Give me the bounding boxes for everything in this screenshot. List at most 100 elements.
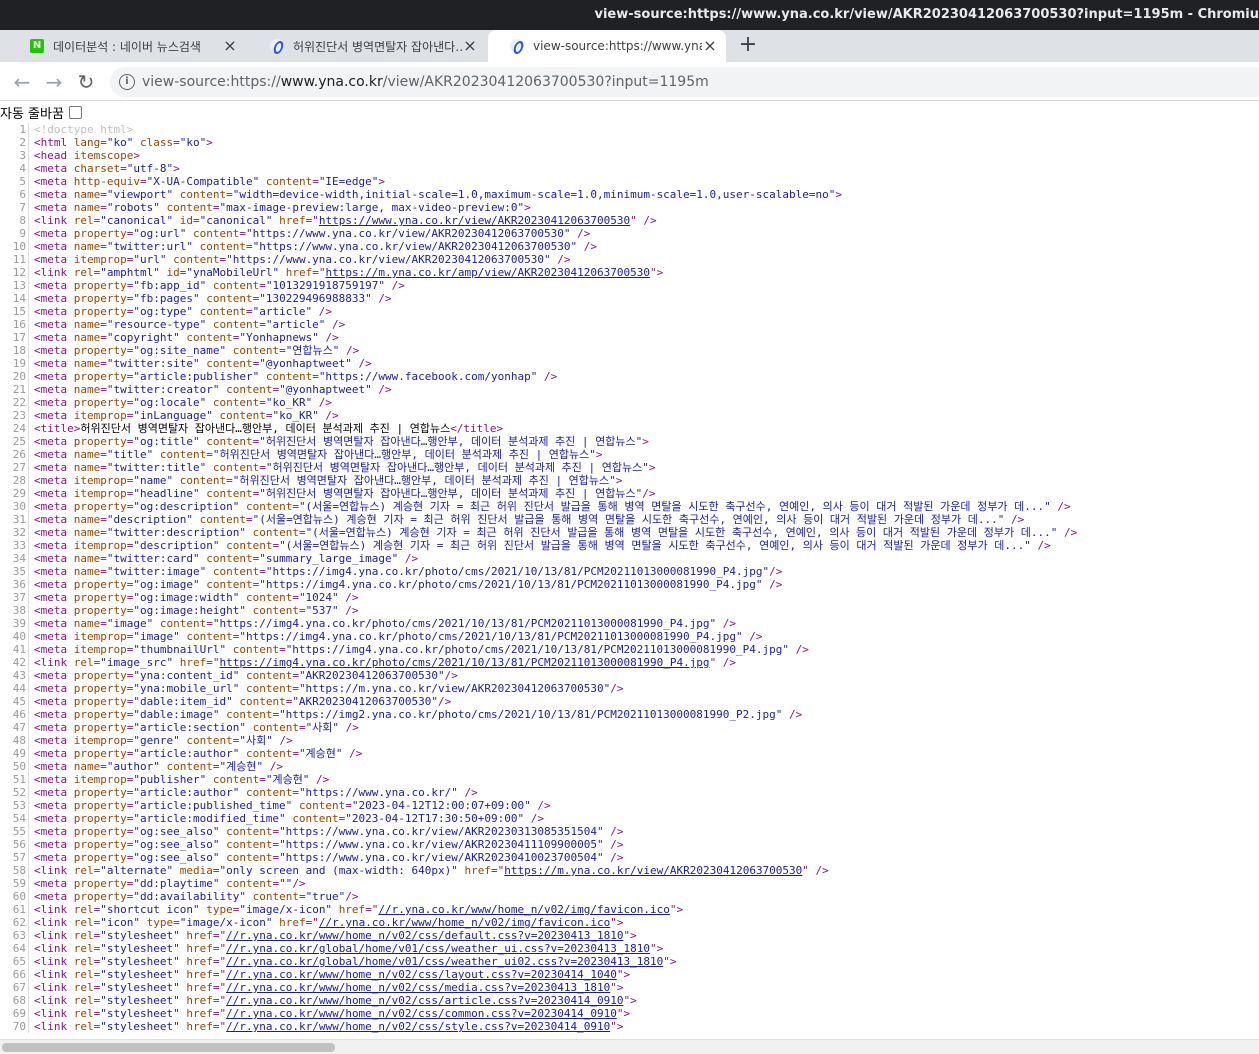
source-token: /> [263,760,283,773]
line-number: 51 [12,773,26,786]
source-link[interactable]: //r.yna.co.kr/www/home_n/v02/css/default… [226,929,623,942]
line-content: <meta name="twitter:site" content="@yonh… [34,357,372,370]
source-token: <meta [34,188,74,201]
line-content: <meta itemprop="name" content="허위진단서 병역면… [34,474,622,487]
new-tab-button[interactable]: + [736,34,760,58]
source-token: content [252,721,299,734]
source-token [239,747,246,760]
source-token: "1024" [298,591,339,604]
source-token [193,305,200,318]
source-link[interactable]: //r.yna.co.kr/www/home_n/v02/css/media.c… [226,981,610,994]
source-token: "https://img4.yna.co.kr/photo/cms/2021/1… [265,565,770,578]
source-token: /> [398,552,419,565]
source-link[interactable]: //r.yna.co.kr/www/home_n/v02/css/layout.… [226,968,617,981]
source-token: href [285,266,313,279]
line-content: <meta property="og:image:width" content=… [34,591,359,604]
source-token: "image/x-icon" [239,903,333,916]
line-number: 30 [12,500,26,513]
line-content: <meta name="viewport" content="width=dev… [34,188,842,201]
source-token: "og:see_also" [133,838,220,851]
line-content: <meta property="article:author" content=… [34,786,478,799]
reload-button[interactable]: ↻ [75,71,97,93]
source-token: content [186,734,233,747]
line-number: 35 [12,565,26,578]
info-icon[interactable]: i [119,74,135,90]
source-link[interactable]: //r.yna.co.kr/global/home/v01/css/weathe… [226,942,650,955]
tab-strip: N 데이터분석 : 네이버 뉴스검색 × 허위진단서 병역면탈자 잡아낸다… ×… [0,30,1259,87]
source-token: <!doctype html> [34,123,134,136]
source-token: /> [769,565,783,578]
source-view[interactable]: 1 <!doctype html> 2 <html lang="ko" class="… [0,123,1259,1039]
address-bar[interactable]: i view-source:https://www.yna.co.kr/view… [110,67,1259,97]
tab-article[interactable]: 허위진단서 병역면탈자 잡아낸다… × [248,30,486,62]
source-token: property [73,669,127,682]
line-content: <meta name="robots" content="max-image-p… [34,201,531,214]
tab-view-source[interactable]: view-source:https://www.yna.c × [488,30,726,62]
source-token [226,344,233,357]
source-token: "article:modified_time" [133,812,286,825]
gutter-divider [28,968,29,981]
source-link[interactable]: https://img4.yna.co.kr/photo/cms/2021/10… [219,656,709,669]
gutter-divider [28,630,29,643]
line-wrap-checkbox[interactable] [68,105,82,119]
horizontal-scrollbar[interactable] [0,1039,1259,1054]
source-line: 63 <link rel="stylesheet" href="//r.yna.c… [0,929,1259,942]
source-token: itemprop [73,409,127,422]
gutter-divider [28,461,29,474]
source-token: = [100,760,107,773]
source-token: /> [537,370,558,383]
scrollbar-thumb[interactable] [2,1043,335,1052]
source-token: property [73,721,127,734]
tab-naver-news-search[interactable]: N 데이터분석 : 네이버 뉴스검색 × [8,30,246,62]
source-line: 39 <meta name="image" content="https://im… [0,617,1259,630]
line-number: 62 [12,916,26,929]
source-line: 12 <link rel="amphtml" id="ynaMobileUrl" … [0,266,1259,279]
source-token: <meta [34,500,74,513]
close-icon[interactable]: × [462,38,478,54]
source-token: "https://www.yna.co.kr/view/AKR202304120… [226,253,551,266]
source-token: = [279,344,286,357]
source-token: "https://img4.yna.co.kr/photo/cms/2021/1… [212,617,717,630]
source-token: content [265,175,313,188]
source-token: <link [34,942,74,955]
source-link[interactable]: //r.yna.co.kr/global/home/v01/css/weathe… [226,955,663,968]
url-text[interactable]: view-source:https://www.yna.co.kr/view/A… [142,74,709,90]
forward-button[interactable]: → [43,71,65,93]
source-token [206,318,213,331]
source-link[interactable]: //r.yna.co.kr/www/home_n/v02/css/common.… [226,1007,617,1020]
source-token: "> [610,981,624,994]
source-token: name [73,188,101,201]
source-token: /> [610,682,624,695]
line-number: 28 [12,474,26,487]
source-link[interactable]: https://www.yna.co.kr/view/AKR2023041206… [319,214,630,227]
source-token: itemprop [73,630,127,643]
gutter-divider [28,253,29,266]
close-icon[interactable]: × [222,38,238,54]
source-token: /> [782,708,803,721]
gutter-divider [28,682,29,695]
source-token: <meta [34,201,74,214]
window-titlebar[interactable]: view-source:https://www.yna.co.kr/view/A… [0,0,1259,30]
source-line: 30 <meta property = "og:description" conten… [0,500,1259,513]
source-token: property [73,578,127,591]
source-line: 66 <link rel="stylesheet" href="//r.yna.c… [0,968,1259,981]
line-number: 34 [12,552,26,565]
source-link[interactable]: https://m.yna.co.kr/amp/view/AKR20230412… [325,266,650,279]
source-link[interactable]: //r.yna.co.kr/www/home_n/v02/css/article… [226,994,623,1007]
source-link[interactable]: https://m.yna.co.kr/view/AKR202304120637… [504,864,802,877]
gutter-divider [28,838,29,851]
close-icon[interactable]: × [702,38,718,54]
source-link[interactable]: //r.yna.co.kr/www/home_n/v02/img/favicon… [319,916,610,929]
source-token: "url" [133,253,167,266]
source-token: property [73,877,127,890]
source-link[interactable]: //r.yna.co.kr/www/home_n/v02/css/style.c… [226,1020,610,1033]
back-button[interactable]: ← [11,71,33,93]
line-wrap-toggle[interactable]: 자동 줄바꿈 [0,103,82,122]
source-token: = [298,604,306,617]
source-link[interactable]: //r.yna.co.kr/www/home_n/v02/img/favicon… [378,903,669,916]
source-token: "og:url" [133,227,187,240]
line-number: 43 [12,669,26,682]
line-number: 16 [12,318,26,331]
gutter-divider [28,370,29,383]
source-token [193,240,200,253]
